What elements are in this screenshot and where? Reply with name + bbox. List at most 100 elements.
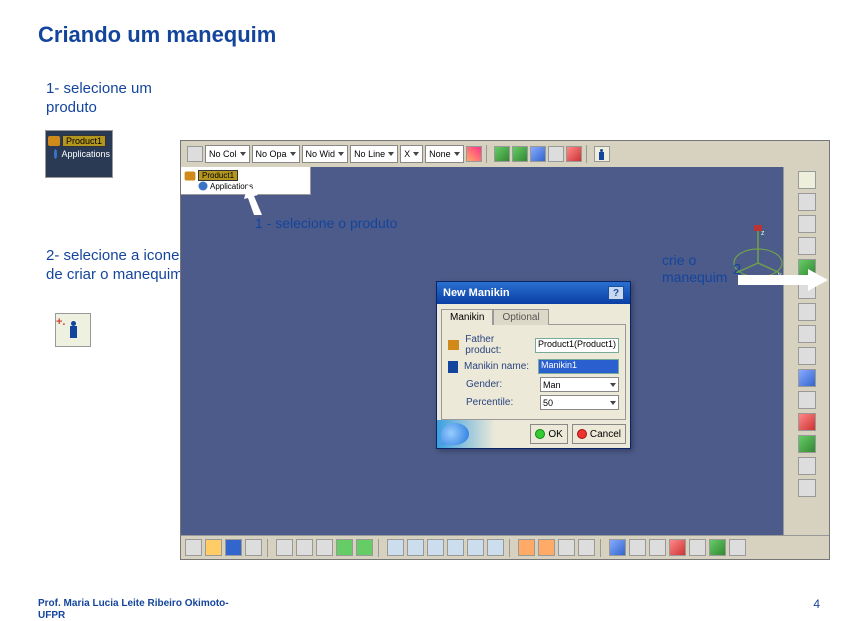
shade-icon[interactable] xyxy=(518,539,535,556)
tb-icon-misc[interactable] xyxy=(609,539,626,556)
redo-icon[interactable] xyxy=(356,539,373,556)
callout2-arrow-icon xyxy=(738,269,828,291)
gender-label: Gender: xyxy=(466,379,536,390)
product-node[interactable]: Product1 xyxy=(198,170,238,181)
tb-icon-misc[interactable] xyxy=(689,539,706,556)
dd-label: No Line xyxy=(354,149,385,159)
toolbar-separator xyxy=(509,539,513,557)
grid-icon[interactable] xyxy=(530,146,546,162)
tb-icon-misc[interactable] xyxy=(729,539,746,556)
dialog-title-text: New Manikin xyxy=(443,287,510,299)
chevron-down-icon xyxy=(338,152,344,156)
pan-icon[interactable] xyxy=(407,539,424,556)
father-value-field[interactable]: Product1(Product1) xyxy=(535,338,619,353)
applications-icon xyxy=(54,149,57,159)
dropdown-noopacity[interactable]: No Opa xyxy=(252,145,300,163)
top-toolbar: No Col No Opa No Wid No Line X None xyxy=(181,141,829,167)
tool-icon[interactable] xyxy=(798,479,816,497)
undo-icon[interactable] xyxy=(336,539,353,556)
callout1-text: 1 - selecione o produto xyxy=(255,215,397,232)
cancel-icon xyxy=(577,429,587,439)
applications-label: Applications xyxy=(61,149,110,159)
tb-icon-generic[interactable] xyxy=(187,146,203,162)
paint-icon[interactable] xyxy=(466,146,482,162)
step2-instruction: 2- selecione a icone de criar o manequim xyxy=(46,247,186,285)
new-icon[interactable] xyxy=(185,539,202,556)
plus-decorator: +. xyxy=(56,316,65,328)
tool-icon[interactable] xyxy=(798,215,816,233)
percentile-select[interactable]: 50 xyxy=(540,395,619,410)
tb-icon-misc[interactable] xyxy=(649,539,666,556)
callout2-number: 2 xyxy=(733,261,741,278)
ok-button[interactable]: OK xyxy=(530,424,567,444)
copy-icon[interactable] xyxy=(296,539,313,556)
right-toolbar xyxy=(783,167,829,535)
tool-icon[interactable] xyxy=(798,303,816,321)
manikin-icon xyxy=(68,321,78,339)
wire-icon[interactable] xyxy=(558,539,575,556)
zoom-icon[interactable] xyxy=(447,539,464,556)
name-label: Manikin name: xyxy=(464,361,534,372)
tb-icon-misc[interactable] xyxy=(669,539,686,556)
tool-icon[interactable] xyxy=(798,413,816,431)
tool-icon[interactable] xyxy=(798,325,816,343)
tool-icon[interactable] xyxy=(798,391,816,409)
normal-icon[interactable] xyxy=(467,539,484,556)
tool-icon[interactable] xyxy=(798,237,816,255)
tool-icon[interactable] xyxy=(798,369,816,387)
product-label: Product1 xyxy=(62,135,106,147)
dropdown-x[interactable]: X xyxy=(400,145,423,163)
help-button[interactable]: ? xyxy=(608,286,624,300)
dd-label: No Opa xyxy=(256,149,287,159)
open-icon[interactable] xyxy=(205,539,222,556)
chevron-down-icon xyxy=(290,152,296,156)
paste-icon[interactable] xyxy=(316,539,333,556)
align-icon[interactable] xyxy=(548,146,564,162)
dropdown-noline[interactable]: No Line xyxy=(350,145,398,163)
tool-icon[interactable] xyxy=(798,347,816,365)
delete-icon[interactable] xyxy=(566,146,582,162)
tool-icon[interactable] xyxy=(798,435,816,453)
lookat-icon[interactable] xyxy=(487,539,504,556)
dialog-titlebar[interactable]: New Manikin ? xyxy=(437,282,630,304)
svg-text:z: z xyxy=(761,230,765,237)
ok-label: OK xyxy=(548,429,562,440)
tab-optional[interactable]: Optional xyxy=(493,309,548,325)
custom-icon[interactable] xyxy=(578,539,595,556)
gender-select[interactable]: Man xyxy=(540,377,619,392)
dropdown-nowidth[interactable]: No Wid xyxy=(302,145,349,163)
print-icon[interactable] xyxy=(245,539,262,556)
name-field[interactable]: Manikin1 xyxy=(538,359,619,374)
dropdown-nocolor[interactable]: No Col xyxy=(205,145,250,163)
toolbar-separator xyxy=(600,539,604,557)
fit-icon[interactable] xyxy=(387,539,404,556)
cut-icon[interactable] xyxy=(276,539,293,556)
tb-icon-misc[interactable] xyxy=(709,539,726,556)
footer-author: Prof. Maria Lucia Leite Ribeiro Okimoto- xyxy=(38,598,229,609)
callout2-text: crie o manequim xyxy=(662,252,727,286)
dialog-body: Father product: Product1(Product1) Manik… xyxy=(441,324,626,420)
dd-label: No Wid xyxy=(306,149,336,159)
toolbar-separator xyxy=(586,145,590,163)
father-label: Father product: xyxy=(465,334,531,356)
catia-screenshot: No Col No Opa No Wid No Line X None Prod… xyxy=(180,140,830,560)
chevron-down-icon xyxy=(388,152,394,156)
rotate-view-icon[interactable] xyxy=(427,539,444,556)
save-icon[interactable] xyxy=(225,539,242,556)
tb-icon-misc[interactable] xyxy=(629,539,646,556)
manikin-tb-icon[interactable] xyxy=(594,146,610,162)
shade-edge-icon[interactable] xyxy=(538,539,555,556)
tab-manikin[interactable]: Manikin xyxy=(441,309,493,325)
bottom-toolbar xyxy=(181,535,829,559)
rotate-icon[interactable] xyxy=(512,146,528,162)
move-icon[interactable] xyxy=(494,146,510,162)
create-manikin-icon-thumbnail: +. xyxy=(55,313,91,347)
tool-icon[interactable] xyxy=(798,457,816,475)
chevron-down-icon xyxy=(413,152,419,156)
cancel-button[interactable]: Cancel xyxy=(572,424,626,444)
toolbar-separator xyxy=(378,539,382,557)
row-percentile: Percentile: 50 xyxy=(448,395,619,410)
manikin-standing-icon[interactable] xyxy=(798,171,816,189)
tool-icon[interactable] xyxy=(798,193,816,211)
dropdown-none[interactable]: None xyxy=(425,145,464,163)
